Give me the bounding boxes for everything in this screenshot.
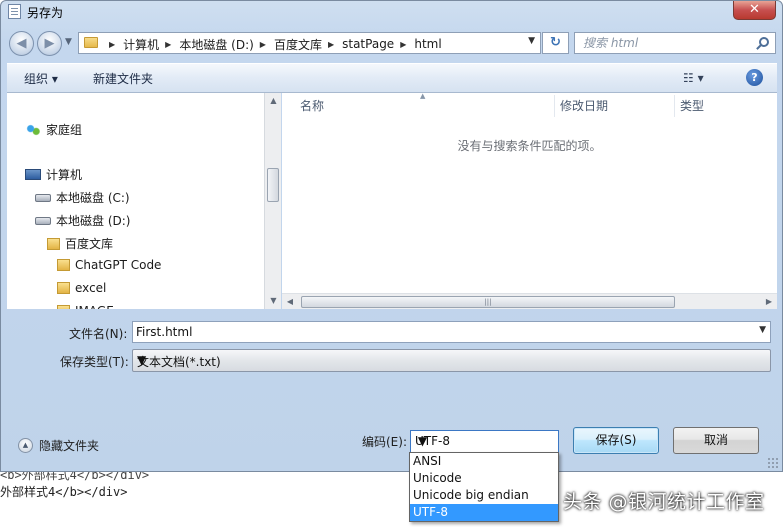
breadcrumb-item[interactable]: 本地磁盘 (D:): [179, 36, 253, 53]
drive-icon: [35, 193, 51, 202]
column-divider[interactable]: [674, 95, 675, 117]
breadcrumb-chevron-icon[interactable]: ▶: [400, 40, 406, 49]
scroll-thumb[interactable]: |||: [301, 296, 675, 308]
save-button[interactable]: 保存(S): [573, 427, 659, 454]
back-button[interactable]: ◀: [9, 31, 34, 56]
hide-folders-label: 隐藏文件夹: [39, 439, 100, 453]
encoding-option[interactable]: UTF-8: [410, 504, 558, 521]
new-folder-button[interactable]: 新建文件夹: [93, 70, 153, 87]
folder-icon: [57, 282, 70, 294]
command-toolbar: 组织 ▾ 新建文件夹 ☷ ▾ ?: [7, 63, 777, 93]
filename-dropdown-icon[interactable]: ▼: [759, 325, 766, 335]
nav-item[interactable]: 百度文库: [47, 235, 113, 252]
nav-item[interactable]: excel: [57, 281, 106, 295]
encoding-option[interactable]: Unicode big endian: [410, 487, 558, 504]
encoding-select[interactable]: UTF-8 ▼: [410, 430, 559, 453]
column-header-date[interactable]: 修改日期: [560, 93, 608, 119]
filetype-select[interactable]: 文本文档(*.txt) ▼: [132, 349, 771, 372]
close-button[interactable]: ✕: [733, 1, 776, 20]
filename-field[interactable]: ▼: [132, 321, 771, 343]
search-box[interactable]: [574, 32, 776, 54]
forward-button[interactable]: ▶: [37, 31, 62, 56]
nav-item-label: IMAGE: [75, 304, 114, 309]
breadcrumb-item[interactable]: 计算机: [123, 36, 159, 53]
breadcrumb-item[interactable]: statPage: [342, 37, 394, 51]
nav-item-label: 百度文库: [65, 237, 114, 251]
editor-line-2: 外部样式4</b></div>: [0, 485, 128, 499]
hide-folders-toggle[interactable]: ▲ 隐藏文件夹: [18, 437, 99, 454]
nav-item[interactable]: 本地磁盘 (D:): [35, 212, 130, 229]
scroll-right-icon[interactable]: ▶: [761, 294, 777, 310]
sort-indicator-icon: ▲: [420, 92, 426, 100]
nav-item[interactable]: IMAGE: [57, 304, 114, 309]
file-list-hscrollbar[interactable]: ◀ ||| ▶: [282, 293, 777, 309]
notepad-icon: [8, 4, 21, 19]
folder-icon: [57, 305, 70, 309]
breadcrumb-chevron-icon[interactable]: ▶: [328, 40, 334, 49]
homegroup-icon: [25, 122, 41, 137]
cancel-button[interactable]: 取消: [673, 427, 759, 454]
refresh-button[interactable]: ↻: [542, 32, 569, 54]
scroll-up-icon[interactable]: ▲: [265, 93, 282, 109]
nav-item-label: 家庭组: [46, 123, 83, 137]
nav-item-label: excel: [75, 281, 107, 295]
breadcrumb-item[interactable]: 百度文库: [274, 36, 322, 53]
encoding-option[interactable]: ANSI: [410, 453, 558, 470]
search-input[interactable]: [583, 33, 753, 53]
breadcrumb-chevron-icon[interactable]: ▶: [260, 40, 266, 49]
computer-icon: [25, 169, 41, 180]
filetype-label: 保存类型(T):: [60, 355, 129, 369]
recent-locations-chevron-icon[interactable]: ▼: [65, 37, 72, 47]
column-divider[interactable]: [554, 95, 555, 117]
encoding-dropdown-icon[interactable]: ▼: [415, 434, 430, 449]
nav-item[interactable]: 计算机: [25, 166, 82, 183]
title-bar[interactable]: 另存为 ✕: [1, 1, 782, 23]
breadcrumb-item[interactable]: html: [414, 37, 441, 51]
watermark: 头条 @银河统计工作室: [563, 491, 765, 513]
save-as-dialog: 另存为 ✕ ◀ ▶ ▼ ▶ 计算机 ▶ 本地磁盘 (D:) ▶ 百度文库 ▶ statPage…: [0, 0, 783, 472]
nav-item-label: 本地磁盘 (C:): [56, 191, 130, 205]
folder-icon: [84, 37, 98, 48]
resize-grip[interactable]: [767, 457, 778, 468]
breadcrumb: ▶ 计算机 ▶ 本地磁盘 (D:) ▶ 百度文库 ▶ statPage ▶ html: [103, 35, 442, 53]
filename-input[interactable]: [133, 322, 733, 342]
empty-message: 没有与搜索条件匹配的项。: [457, 139, 602, 153]
organize-menu-button[interactable]: 组织 ▾: [24, 70, 58, 87]
folder-icon: [47, 237, 60, 250]
address-bar[interactable]: ▶ 计算机 ▶ 本地磁盘 (D:) ▶ 百度文库 ▶ statPage ▶ html ▼: [78, 32, 541, 54]
column-header-name[interactable]: 名称: [300, 93, 324, 119]
nav-item-label: 本地磁盘 (D:): [56, 214, 131, 228]
filename-label: 文件名(N):: [69, 327, 128, 341]
scroll-down-icon[interactable]: ▼: [265, 293, 282, 309]
column-header-type[interactable]: 类型: [680, 93, 704, 119]
breadcrumb-chevron-icon[interactable]: ▶: [165, 40, 171, 49]
scroll-left-icon[interactable]: ◀: [282, 294, 298, 310]
dialog-title: 另存为: [27, 6, 64, 20]
collapse-chevron-icon: ▲: [18, 438, 33, 453]
file-list: ▲ 名称 修改日期 类型 没有与搜索条件匹配的项。: [282, 92, 777, 293]
encoding-option[interactable]: Unicode: [410, 470, 558, 487]
nav-item[interactable]: 家庭组: [25, 121, 82, 138]
drive-icon: [35, 216, 51, 225]
nav-item[interactable]: ChatGPT Code: [57, 258, 161, 272]
help-icon[interactable]: ?: [746, 69, 763, 86]
nav-item[interactable]: 本地磁盘 (C:): [35, 189, 130, 206]
navigation-pane: 家庭组计算机本地磁盘 (C:) 本地磁盘 (D:) 百度文库 ChatGPT Code…: [7, 93, 264, 309]
view-options-button[interactable]: ☷ ▾: [683, 71, 704, 85]
nav-pane-scrollbar[interactable]: ▲ ▼: [264, 93, 281, 309]
filetype-dropdown-icon[interactable]: ▼: [137, 353, 766, 367]
encoding-label: 编码(E):: [362, 435, 407, 449]
folder-icon: [57, 259, 70, 271]
search-icon[interactable]: [759, 37, 769, 47]
address-dropdown-icon[interactable]: ▼: [528, 36, 535, 46]
scroll-thumb[interactable]: [267, 168, 279, 202]
encoding-dropdown-list: ANSI Unicode Unicode big endian UTF-8: [409, 452, 559, 522]
breadcrumb-chevron-icon[interactable]: ▶: [109, 40, 115, 49]
nav-item-label: 计算机: [46, 168, 83, 182]
nav-item-label: ChatGPT Code: [75, 258, 162, 272]
